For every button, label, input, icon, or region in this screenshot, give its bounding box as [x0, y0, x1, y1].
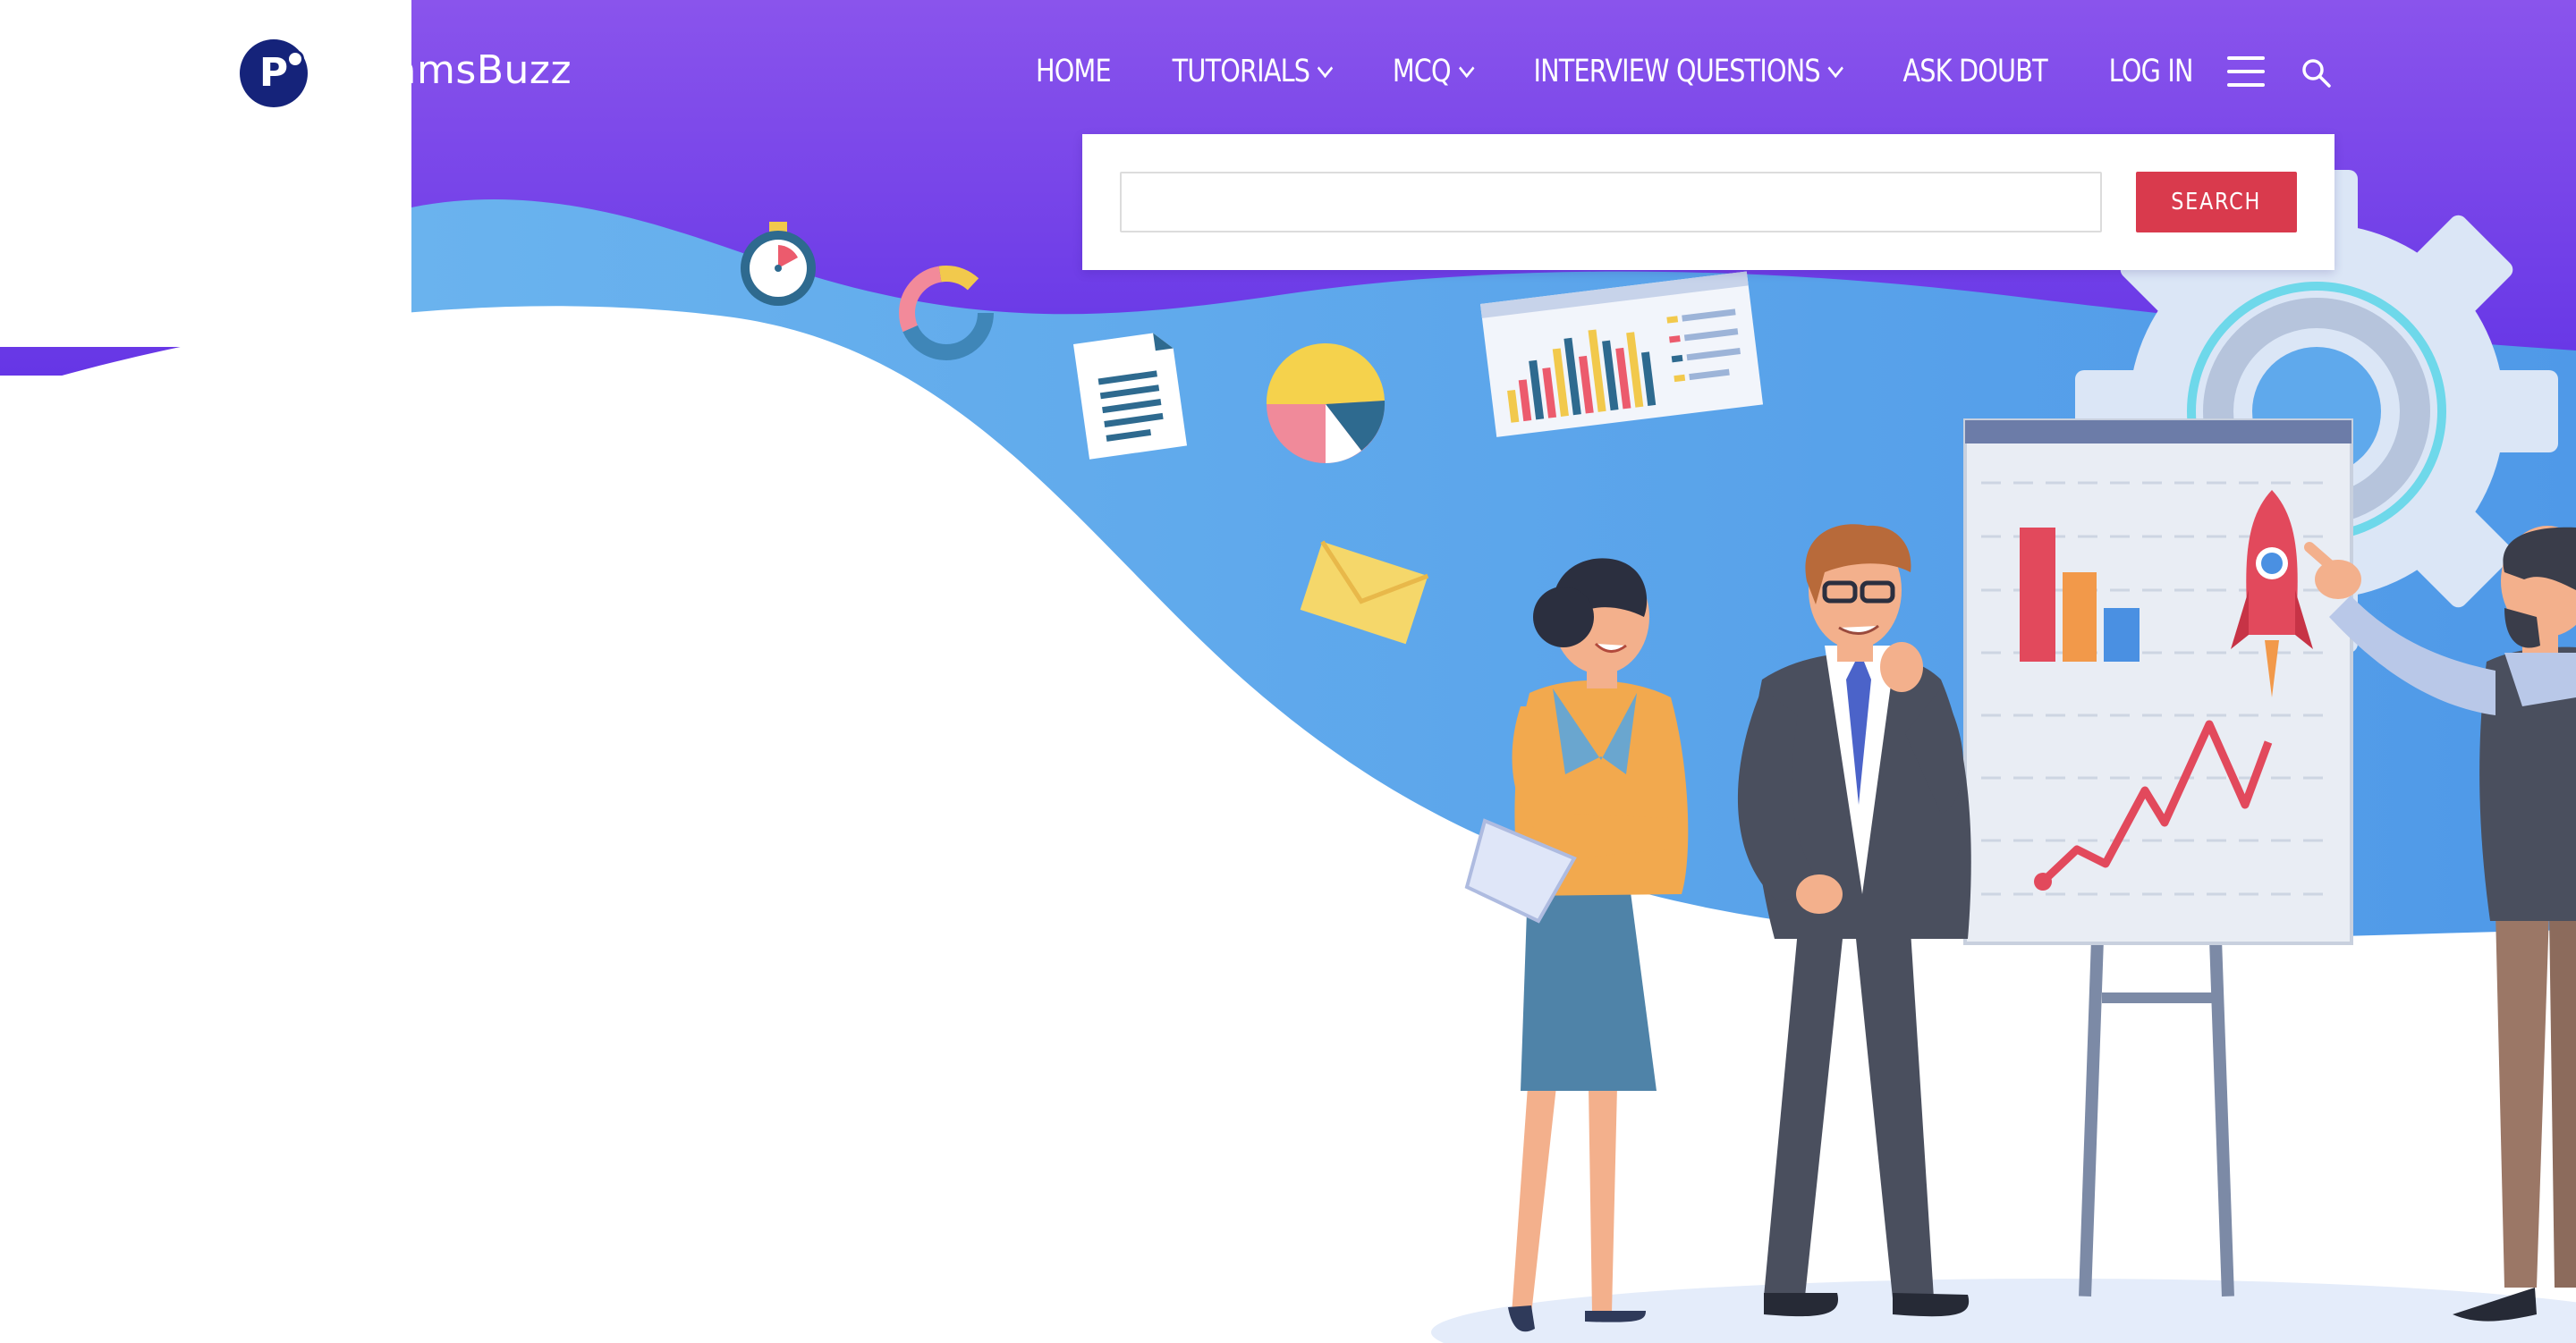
hamburger-menu-icon[interactable]	[2227, 56, 2265, 87]
nav-mcq-label: MCQ	[1392, 54, 1452, 89]
nav-tutorials-label: TUTORIALS	[1172, 54, 1310, 89]
document-icon	[1073, 333, 1188, 460]
nav-log-in[interactable]: LOG IN	[2108, 54, 2194, 89]
chevron-down-icon	[1318, 58, 1334, 78]
search-input[interactable]	[1120, 172, 2102, 232]
nav-home[interactable]: HOME	[1036, 54, 1112, 89]
nav-home-label: HOME	[1036, 54, 1112, 89]
main-nav: HOME TUTORIALS MCQ INTERVIEW QUESTIONS A…	[1036, 43, 2193, 100]
logo-text[interactable]: ramsBuzz	[376, 39, 572, 102]
pie-chart-icon	[1266, 342, 1385, 463]
logo-icon[interactable]: P	[240, 39, 308, 107]
search-dropdown-panel: SEARCH	[1082, 134, 2334, 270]
nav-interview-questions-label: INTERVIEW QUESTIONS	[1533, 54, 1820, 89]
chevron-down-icon	[1458, 58, 1475, 78]
search-button-label: SEARCH	[2171, 189, 2262, 215]
search-button[interactable]: SEARCH	[2136, 172, 2297, 232]
logo-dot-icon	[286, 50, 304, 68]
nav-log-in-label: LOG IN	[2108, 54, 2194, 89]
nav-tutorials[interactable]: TUTORIALS	[1172, 54, 1334, 89]
search-icon[interactable]	[2301, 57, 2333, 89]
chevron-down-icon	[1827, 58, 1844, 78]
logo-panel: P	[0, 0, 411, 347]
nav-ask-doubt-label: ASK DOUBT	[1902, 54, 2047, 89]
nav-mcq[interactable]: MCQ	[1392, 54, 1475, 89]
nav-ask-doubt[interactable]: ASK DOUBT	[1902, 54, 2047, 89]
nav-interview-questions[interactable]: INTERVIEW QUESTIONS	[1533, 54, 1844, 89]
